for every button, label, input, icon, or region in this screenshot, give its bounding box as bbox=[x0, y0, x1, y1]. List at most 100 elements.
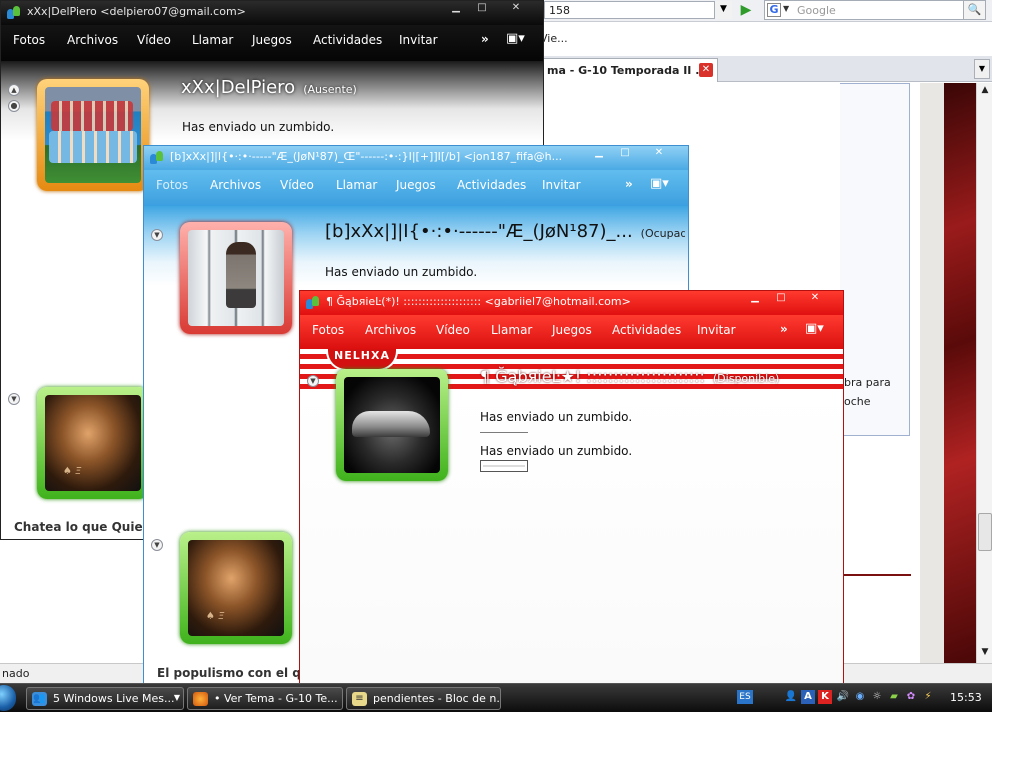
options-menu-icon[interactable]: ▣▾ bbox=[506, 31, 525, 46]
contact-name-text: ¶ ĞąbяieĿ★! :::::::::::::::::::::: bbox=[480, 367, 705, 386]
page-text: oche bbox=[844, 395, 871, 408]
contact-name: ¶ ĞąbяieĿ★! :::::::::::::::::::::: (Dispo… bbox=[480, 367, 779, 386]
messenger-icon bbox=[150, 151, 164, 164]
volume-icon[interactable]: 🔊 bbox=[836, 690, 850, 704]
search-engine-dropdown-icon[interactable]: ▼ bbox=[783, 4, 789, 13]
google-logo-icon[interactable]: G bbox=[767, 3, 781, 17]
tray-app-icon[interactable]: ▰ bbox=[887, 690, 901, 704]
options-menu-icon[interactable]: ▣▾ bbox=[650, 176, 669, 191]
network-icon[interactable]: ◉ bbox=[853, 690, 867, 704]
chat-message: Has enviado un zumbido. bbox=[182, 120, 335, 134]
person-icon[interactable]: ● bbox=[8, 100, 20, 112]
search-icon[interactable]: 🔍 bbox=[963, 1, 985, 19]
menu-juegos[interactable]: Juegos bbox=[552, 323, 592, 337]
start-button[interactable] bbox=[0, 685, 16, 711]
nelhxa-banner-logo: NELHXA bbox=[326, 349, 398, 371]
a-tray-icon[interactable]: A bbox=[801, 690, 815, 704]
scroll-down-icon[interactable]: ▼ bbox=[979, 647, 991, 659]
url-dropdown-icon[interactable]: ▼ bbox=[714, 1, 732, 19]
tray-app-icon[interactable]: ⚡ bbox=[921, 690, 935, 704]
chat-message: Has enviado un zumbido. bbox=[480, 444, 633, 458]
notepad-icon: ≡ bbox=[352, 692, 367, 706]
maximize-icon[interactable]: □ bbox=[770, 292, 792, 305]
contact-avatar bbox=[188, 230, 284, 326]
contact-name-text: [b]xXx|]|I{•·:•·------"Æ_(JøN¹87)_... bbox=[325, 221, 633, 242]
contact-avatar bbox=[344, 377, 440, 473]
menu-video[interactable]: Vídeo bbox=[280, 178, 314, 192]
contact-avatar-frame[interactable] bbox=[336, 369, 448, 481]
menu-invitar[interactable]: Invitar bbox=[542, 178, 581, 192]
taskbar-button-firefox[interactable]: • Ver Tema - G-10 Te... bbox=[187, 687, 343, 710]
collapse-icon[interactable]: ▼ bbox=[151, 229, 163, 241]
minimize-icon[interactable]: ▁ bbox=[588, 147, 610, 160]
google-search-box[interactable]: G ▼ Google 🔍 bbox=[764, 0, 986, 20]
maximize-icon[interactable]: □ bbox=[614, 147, 636, 160]
window-menubar: Fotos Archivos Vídeo Llamar Juegos Activ… bbox=[144, 170, 688, 206]
my-avatar-frame[interactable] bbox=[37, 387, 149, 499]
collapse-icon[interactable]: ▼ bbox=[151, 539, 163, 551]
tab-list-dropdown-icon[interactable]: ▼ bbox=[974, 59, 990, 79]
url-bar[interactable]: 158 bbox=[544, 1, 732, 19]
close-icon[interactable]: ✕ bbox=[804, 292, 826, 305]
menu-llamar[interactable]: Llamar bbox=[192, 33, 233, 47]
menu-juegos[interactable]: Juegos bbox=[252, 33, 292, 47]
collapse-icon[interactable]: ▼ bbox=[8, 393, 20, 405]
bookmark-item[interactable]: Vie... bbox=[540, 32, 568, 45]
options-menu-icon[interactable]: ▣▾ bbox=[805, 321, 824, 336]
minimize-icon[interactable]: ▁ bbox=[445, 2, 467, 15]
chat-message: Has enviado un zumbido. bbox=[480, 410, 633, 424]
menu-actividades[interactable]: Actividades bbox=[457, 178, 526, 192]
taskbar-button-notepad[interactable]: ≡ pendientes - Bloc de n... bbox=[346, 687, 501, 710]
menu-invitar[interactable]: Invitar bbox=[697, 323, 736, 337]
menu-juegos[interactable]: Juegos bbox=[396, 178, 436, 192]
my-avatar-frame[interactable] bbox=[180, 532, 292, 644]
contact-avatar-frame[interactable] bbox=[37, 79, 149, 191]
menu-invitar[interactable]: Invitar bbox=[399, 33, 438, 47]
clock[interactable]: 15:53 bbox=[950, 691, 982, 704]
window-title: ¶ ĞąbяieĿ(*)! ::::::::::::::::::::: <gab… bbox=[326, 295, 631, 308]
browser-toolbar: 158 ▼ ▶ G ▼ Google 🔍 bbox=[540, 0, 992, 22]
messenger-window-gabriel[interactable]: ¶ ĞąbяieĿ(*)! ::::::::::::::::::::: <gab… bbox=[299, 290, 844, 685]
menu-actividades[interactable]: Actividades bbox=[313, 33, 382, 47]
k-tray-icon[interactable]: K bbox=[818, 690, 832, 704]
contact-avatar-frame[interactable] bbox=[180, 222, 292, 334]
more-chevron-icon[interactable]: » bbox=[780, 322, 788, 336]
maximize-icon[interactable]: □ bbox=[471, 2, 493, 15]
messenger-tray-icon[interactable]: 👤 bbox=[784, 690, 798, 704]
menu-archivos[interactable]: Archivos bbox=[210, 178, 261, 192]
menu-actividades[interactable]: Actividades bbox=[612, 323, 681, 337]
collapse-icon[interactable]: ▼ bbox=[307, 375, 319, 387]
scrollbar-thumb[interactable] bbox=[978, 513, 992, 551]
tray-app-icon[interactable]: ☼ bbox=[870, 690, 884, 704]
menu-fotos[interactable]: Fotos bbox=[13, 33, 45, 47]
chevron-down-icon: ▼ bbox=[173, 693, 180, 702]
menu-fotos[interactable]: Fotos bbox=[156, 178, 188, 192]
menu-archivos[interactable]: Archivos bbox=[67, 33, 118, 47]
menu-fotos[interactable]: Fotos bbox=[312, 323, 344, 337]
contact-name-text: xXx|DelPiero bbox=[181, 77, 296, 98]
menu-llamar[interactable]: Llamar bbox=[491, 323, 532, 337]
firefox-icon bbox=[193, 692, 208, 706]
go-arrow-icon[interactable]: ▶ bbox=[736, 1, 756, 19]
tray-app-icon[interactable]: ✿ bbox=[904, 690, 918, 704]
browser-tab[interactable]: ma - G-10 Temporada II ... ✕ bbox=[540, 58, 718, 82]
more-chevron-icon[interactable]: » bbox=[481, 32, 489, 46]
menu-video[interactable]: Vídeo bbox=[436, 323, 470, 337]
more-chevron-icon[interactable]: » bbox=[625, 177, 633, 191]
close-icon[interactable]: ✕ bbox=[648, 147, 670, 160]
taskbar-label: • Ver Tema - G-10 Te... bbox=[214, 692, 338, 705]
my-avatar bbox=[45, 395, 141, 491]
messenger-icon: 👥 bbox=[32, 692, 47, 706]
scroll-up-icon[interactable]: ▲ bbox=[979, 85, 991, 97]
taskbar-button-messenger[interactable]: 👥 5 Windows Live Mes... ▼ bbox=[26, 687, 184, 710]
google-search-placeholder[interactable]: Google bbox=[797, 4, 836, 17]
menu-llamar[interactable]: Llamar bbox=[336, 178, 377, 192]
close-tab-icon[interactable]: ✕ bbox=[699, 63, 713, 77]
close-icon[interactable]: ✕ bbox=[505, 2, 527, 15]
collapse-icon[interactable]: ▲ bbox=[8, 84, 20, 96]
browser-scrollbar[interactable]: ▲ ▼ bbox=[976, 83, 992, 663]
menu-archivos[interactable]: Archivos bbox=[365, 323, 416, 337]
minimize-icon[interactable]: ▁ bbox=[744, 292, 766, 305]
menu-video[interactable]: Vídeo bbox=[137, 33, 171, 47]
language-indicator[interactable]: ES bbox=[737, 690, 753, 704]
